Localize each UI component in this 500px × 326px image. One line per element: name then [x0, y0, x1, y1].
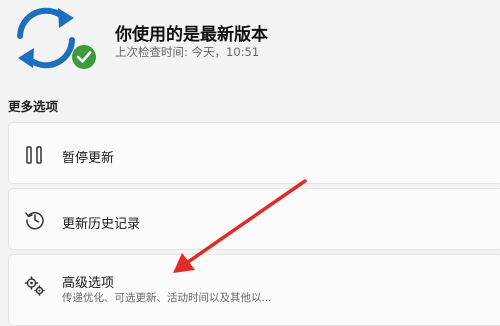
- sync-check-icon: [17, 7, 96, 69]
- last-checked-time: 上次检查时间: 今天，10:51: [115, 45, 260, 59]
- advanced-options-label: 高级选项: [62, 276, 115, 291]
- status-title: 你使用的是最新版本: [115, 25, 268, 45]
- more-options-heading: 更多选项: [8, 99, 59, 114]
- gears-icon: [24, 276, 45, 296]
- update-history-label: 更新历史记录: [62, 217, 141, 232]
- update-history-option[interactable]: 更新历史记录: [8, 188, 500, 250]
- pause-updates-label: 暂停更新: [62, 151, 115, 166]
- pause-icon: [26, 146, 42, 164]
- pause-updates-option[interactable]: 暂停更新: [8, 122, 500, 184]
- update-status: 你使用的是最新版本 上次检查时间: 今天，10:51: [0, 0, 500, 90]
- history-icon: [25, 211, 44, 230]
- advanced-options-description: 传递优化、可选更新、活动时间以及其他以...: [62, 292, 272, 304]
- advanced-options-option[interactable]: 高级选项 传递优化、可选更新、活动时间以及其他以...: [8, 254, 500, 326]
